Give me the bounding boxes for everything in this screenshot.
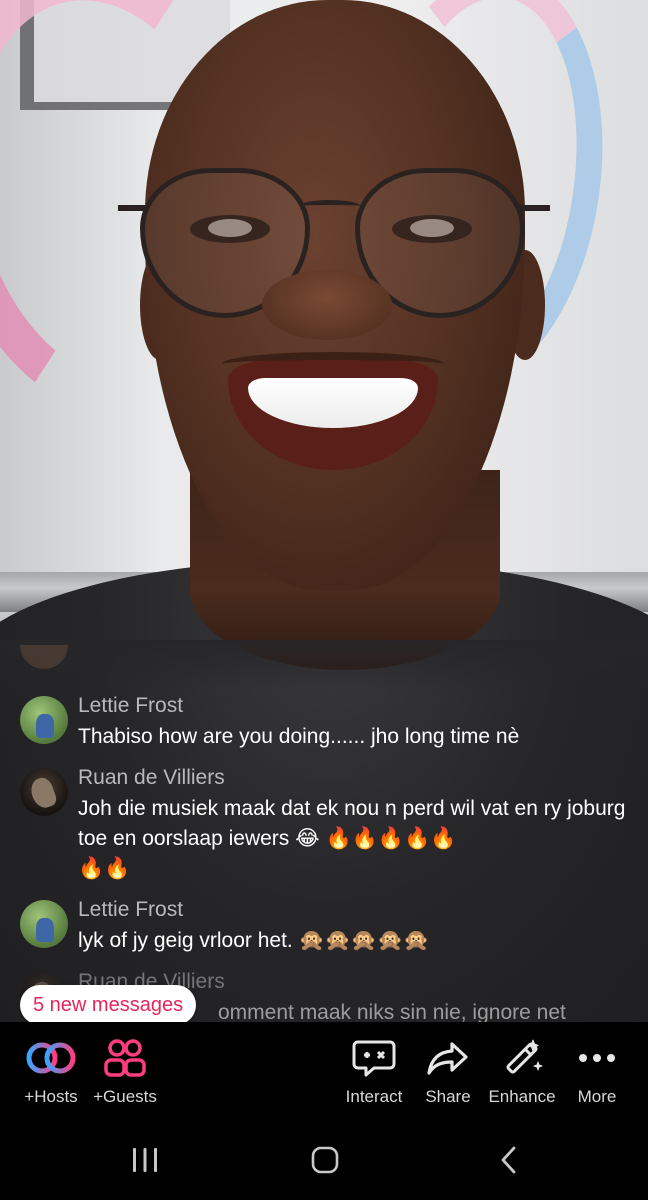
person-nose [262, 270, 392, 340]
add-guests-button[interactable]: +Guests [80, 1036, 170, 1108]
system-navigation-bar [0, 1120, 648, 1200]
chat-message-text-continuation: 🔥🔥 [78, 857, 131, 880]
add-guests-label: +Guests [93, 1087, 157, 1106]
back-button[interactable] [482, 1142, 536, 1178]
more-dots-icon [552, 1036, 642, 1080]
chat-sender-name: Ruan de Villiers [78, 766, 225, 789]
back-icon [501, 1146, 516, 1174]
more-label: More [577, 1087, 617, 1106]
chat-message-text: Joh die musiek maak dat ek nou n perd wi… [78, 794, 638, 884]
person-upper-lip [222, 352, 444, 376]
chat-message[interactable]: Ruan de Villiers Joh die musiek maak dat… [20, 764, 640, 884]
chat-sender-name: Lettie Frost [78, 694, 184, 717]
people-icon [80, 1036, 170, 1080]
home-button[interactable] [298, 1142, 352, 1178]
chat-message[interactable]: Lettie Frost Thabiso how are you doing..… [20, 692, 640, 752]
avatar[interactable] [20, 900, 68, 948]
chat-message-text: Thabiso how are you doing...... jho long… [78, 725, 520, 748]
chat-message-text: lyk of jy geig vrloor het. 🙊🙊🙊🙊🙊 [78, 929, 430, 952]
avatar[interactable] [20, 696, 68, 744]
avatar[interactable] [20, 768, 68, 816]
chat-sender-name: Lettie Frost [78, 898, 184, 921]
recents-icon [133, 1148, 157, 1172]
recents-button[interactable] [118, 1142, 172, 1178]
home-icon [311, 1146, 339, 1174]
more-button[interactable]: More [552, 1036, 642, 1108]
glasses-temple-right [520, 205, 550, 211]
glasses-bridge [300, 200, 360, 212]
person-teeth [248, 378, 418, 428]
live-toolbar: +Hosts +Guests Interact Share Enhance Mo… [0, 1022, 648, 1120]
new-messages-pill[interactable]: 5 new messages [20, 985, 197, 1025]
chat-message-text-main: Joh die musiek maak dat ek nou n perd wi… [78, 797, 626, 850]
chat-message[interactable]: Lettie Frost lyk of jy geig vrloor het. … [20, 896, 640, 956]
